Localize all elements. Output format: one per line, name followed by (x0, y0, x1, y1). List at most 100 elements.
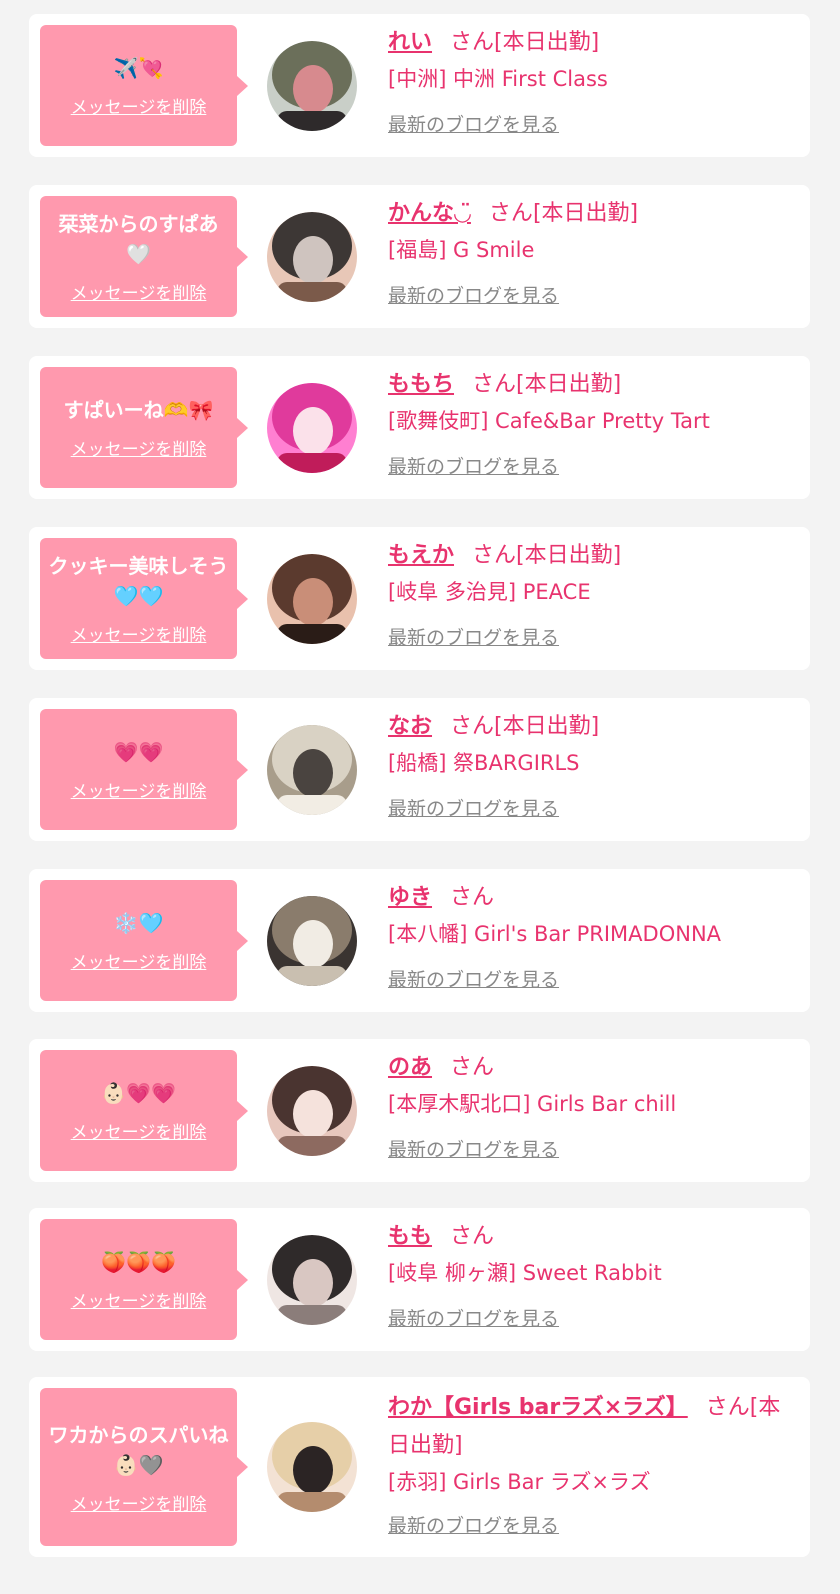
delete-message-link[interactable]: メッセージを削除 (71, 1490, 207, 1515)
honorific: さん (705, 1395, 750, 1420)
favorite-card: すぱいーね🫶🎀 メッセージを削除 ももち さん[本日出勤] [歌舞伎町] Cafe&Ba… (29, 356, 810, 499)
favorite-card: クッキー美味しそう🩵🩵 メッセージを削除 もえか さん[本日出勤] [岐阜 多治見] P… (29, 527, 810, 670)
avatar-photo (267, 212, 357, 302)
view-blog-link[interactable]: 最新のブログを見る (388, 1137, 559, 1163)
girl-name-link[interactable]: わか【Girls barラズ×ラズ】 (388, 1395, 688, 1420)
favorite-card: 栞菜からのすぱあ🤍 メッセージを削除 かんな◡̈ さん[本日出勤] [福島] G Smi… (29, 185, 810, 328)
delete-message-link[interactable]: メッセージを削除 (71, 1287, 207, 1312)
message-bubble: ❄️🩵 メッセージを削除 (40, 880, 248, 1001)
honorific: さん (450, 1055, 495, 1080)
avatar-photo (267, 554, 357, 644)
view-blog-link[interactable]: 最新のブログを見る (388, 967, 559, 993)
avatar-shape (293, 920, 333, 968)
honorific: さん (488, 201, 533, 226)
girl-name-link[interactable]: れい (388, 30, 432, 55)
avatar[interactable] (267, 1235, 357, 1325)
avatar-photo (267, 383, 357, 473)
honorific: さん (472, 543, 517, 568)
avatar[interactable] (267, 1422, 357, 1512)
girl-info: もえか さん[本日出勤] [岐阜 多治見] PEACE 最新のブログを見る (388, 539, 796, 651)
avatar-shape (277, 282, 347, 302)
avatar[interactable] (267, 1066, 357, 1156)
girl-info: ももち さん[本日出勤] [歌舞伎町] Cafe&Bar Pretty Tart 最新… (388, 368, 796, 480)
girl-name-link[interactable]: もえか (388, 543, 454, 568)
avatar-photo (267, 1235, 357, 1325)
delete-message-link[interactable]: メッセージを削除 (71, 279, 207, 304)
favorite-card: 👶🏻💗💗 メッセージを削除 のあ さん [本厚木駅北口] Girls Bar chill… (29, 1039, 810, 1182)
name-line: もえか さん[本日出勤] (388, 539, 796, 573)
girl-name-link[interactable]: のあ (388, 1055, 432, 1080)
message-bubble: クッキー美味しそう🩵🩵 メッセージを削除 (40, 538, 248, 659)
message-bubble: 💗💗 メッセージを削除 (40, 709, 248, 830)
message-text: ❄️🩵 (113, 911, 164, 935)
avatar-shape (277, 966, 347, 986)
name-line: なお さん[本日出勤] (388, 710, 796, 744)
avatar[interactable] (267, 725, 357, 815)
avatar-shape (277, 1136, 347, 1156)
message-bubble: 👶🏻💗💗 メッセージを削除 (40, 1050, 248, 1171)
delete-message-link[interactable]: メッセージを削除 (71, 621, 207, 646)
favorite-card: ワカからのスパいね👶🏻🩶 メッセージを削除 わか【Girls barラズ×ラズ】 さん… (29, 1377, 810, 1557)
name-line: ゆき さん (388, 881, 796, 915)
shop-name: [歌舞伎町] Cafe&Bar Pretty Tart (388, 409, 710, 433)
delete-message-link[interactable]: メッセージを削除 (71, 93, 207, 118)
delete-message-link[interactable]: メッセージを削除 (71, 435, 207, 460)
girl-info: ゆき さん [本八幡] Girl's Bar PRIMADONNA 最新のブログを見る (388, 881, 796, 993)
shop-name: [福島] G Smile (388, 238, 535, 262)
delete-message-link[interactable]: メッセージを削除 (71, 948, 207, 973)
avatar-shape (293, 1090, 333, 1138)
delete-message-link[interactable]: メッセージを削除 (71, 777, 207, 802)
avatar[interactable] (267, 896, 357, 986)
message-bubble: 🍑🍑🍑 メッセージを削除 (40, 1219, 248, 1340)
delete-message-link[interactable]: メッセージを削除 (71, 1118, 207, 1143)
work-status: [本日出勤] (494, 30, 600, 55)
honorific: さん (450, 1224, 495, 1249)
avatar-shape (277, 453, 347, 473)
view-blog-link[interactable]: 最新のブログを見る (388, 1306, 559, 1332)
shop-name: [赤羽] Girls Bar ラズ×ラズ (388, 1470, 651, 1494)
name-line: れい さん[本日出勤] (388, 26, 796, 60)
avatar-shape (293, 407, 333, 455)
work-status: [本日出勤] (516, 372, 622, 397)
message-bubble: すぱいーね🫶🎀 メッセージを削除 (40, 367, 248, 488)
avatar-shape (277, 1305, 347, 1325)
honorific: さん (450, 714, 495, 739)
avatar[interactable] (267, 383, 357, 473)
message-text: ワカからのスパいね👶🏻🩶 (48, 1422, 229, 1477)
name-line: かんな◡̈ さん[本日出勤] (388, 197, 796, 231)
favorite-girls-list: ✈️💘 メッセージを削除 れい さん[本日出勤] [中洲] 中洲 First Class… (0, 0, 840, 1594)
favorite-card: 🍑🍑🍑 メッセージを削除 もも さん [岐阜 柳ヶ瀬] Sweet Rabbit 最新のブ… (29, 1208, 810, 1351)
girl-name-link[interactable]: もも (388, 1224, 432, 1249)
work-status: [本日出勤] (494, 714, 600, 739)
honorific: さん (450, 885, 495, 910)
shop-name: [本厚木駅北口] Girls Bar chill (388, 1092, 677, 1116)
avatar[interactable] (267, 212, 357, 302)
avatar[interactable] (267, 41, 357, 131)
avatar-photo (267, 725, 357, 815)
shop-name: [岐阜 柳ヶ瀬] Sweet Rabbit (388, 1261, 662, 1285)
message-text: すぱいーね🫶🎀 (63, 398, 214, 422)
view-blog-link[interactable]: 最新のブログを見る (388, 283, 559, 309)
view-blog-link[interactable]: 最新のブログを見る (388, 112, 559, 138)
message-text: 栞菜からのすぱあ🤍 (58, 212, 219, 266)
shop-name: [岐阜 多治見] PEACE (388, 580, 591, 604)
girl-name-link[interactable]: なお (388, 714, 432, 739)
avatar-shape (293, 578, 333, 626)
girl-name-link[interactable]: ももち (388, 372, 454, 397)
girl-info: わか【Girls barラズ×ラズ】 さん[本日出勤] [赤羽] Girls Bar… (388, 1389, 796, 1539)
work-status: [本日出勤] (516, 543, 622, 568)
avatar[interactable] (267, 554, 357, 644)
avatar-shape (293, 1446, 333, 1494)
girl-info: れい さん[本日出勤] [中洲] 中洲 First Class 最新のブログを見る (388, 26, 796, 138)
honorific: さん (450, 30, 495, 55)
avatar-photo (267, 1422, 357, 1512)
girl-name-link[interactable]: ゆき (388, 885, 432, 910)
view-blog-link[interactable]: 最新のブログを見る (388, 625, 559, 651)
avatar-photo (267, 896, 357, 986)
girl-name-link[interactable]: かんな◡̈ (388, 201, 471, 226)
view-blog-link[interactable]: 最新のブログを見る (388, 796, 559, 822)
avatar-shape (293, 1259, 333, 1307)
view-blog-link[interactable]: 最新のブログを見る (388, 454, 559, 480)
girl-info: のあ さん [本厚木駅北口] Girls Bar chill 最新のブログを見る (388, 1051, 796, 1163)
view-blog-link[interactable]: 最新のブログを見る (388, 1513, 559, 1539)
